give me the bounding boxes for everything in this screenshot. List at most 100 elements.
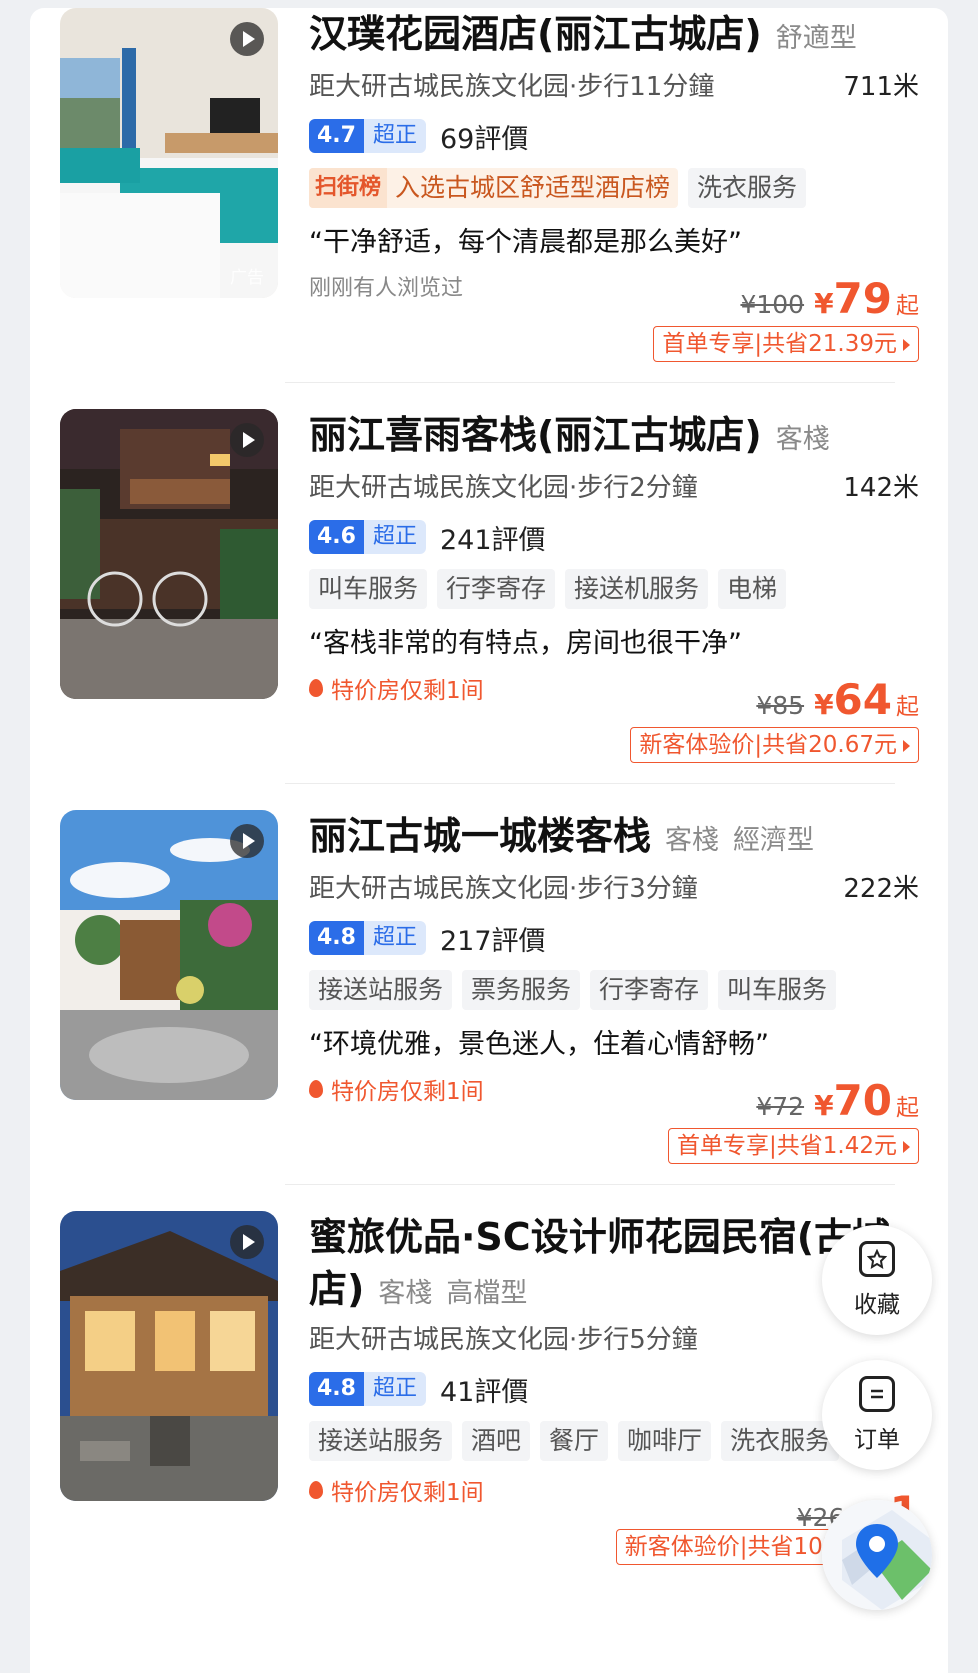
price: ¥72 ¥ 70 起 bbox=[756, 1076, 919, 1125]
hotel-name[interactable]: 丽江古城一城楼客栈 bbox=[309, 814, 651, 858]
divider bbox=[285, 783, 895, 784]
hotel-type: 舒適型 bbox=[775, 23, 857, 54]
current-price: 64 bbox=[833, 675, 892, 724]
rating-score: 4.8 bbox=[309, 1372, 364, 1406]
divider bbox=[285, 1184, 895, 1185]
review-count: 69評價 bbox=[440, 123, 529, 155]
rating[interactable]: 4.8 超正 217評價 bbox=[309, 920, 546, 957]
distance: 距大研古城民族文化园·步行5分鐘 bbox=[309, 1325, 698, 1355]
special-offer-text: 特价房仅剩1间 bbox=[331, 1079, 484, 1105]
hotel-list: 广告 汉璞花园酒店(丽江古城店) 舒適型 距大研古城民族文化园·步行11分鐘 71… bbox=[30, 8, 948, 1673]
hotel-name-row: 丽江古城一城楼客栈 客棧 經濟型 bbox=[309, 810, 919, 867]
hotel-card[interactable]: 丽江喜雨客栈(丽江古城店) 客棧 距大研古城民族文化园·步行2分鐘 142米 4.… bbox=[30, 409, 948, 784]
special-offer-note: 特价房仅剩1间 bbox=[309, 1473, 484, 1507]
review-count: 241評價 bbox=[440, 524, 546, 556]
hotel-photo[interactable] bbox=[60, 1211, 278, 1501]
hotel-card[interactable]: 蜜旅优品·SC设计师花园民宿(古城店) 客棧 高檔型 距大研古城民族文化园·步行5分… bbox=[30, 1211, 948, 1671]
rating-grade: 超正 bbox=[363, 520, 426, 554]
tag-row: 接送站服务 酒吧 餐厅 咖啡厅 洗衣服务 bbox=[309, 1421, 840, 1461]
orders-button[interactable]: 订单 bbox=[822, 1360, 932, 1470]
favorite-button[interactable]: 收藏 bbox=[822, 1225, 932, 1335]
amenity-tag: 接送站服务 bbox=[309, 1421, 453, 1461]
rating[interactable]: 4.6 超正 241評價 bbox=[309, 519, 546, 556]
play-video-icon[interactable] bbox=[230, 22, 264, 56]
price-from-label: 起 bbox=[896, 694, 919, 720]
hotel-photo[interactable]: 广告 bbox=[60, 8, 278, 298]
rating[interactable]: 4.7 超正 69評價 bbox=[309, 118, 529, 155]
meters: 222米 bbox=[843, 874, 919, 904]
play-video-icon[interactable] bbox=[230, 824, 264, 858]
hotel-name[interactable]: 丽江喜雨客栈(丽江古城店) bbox=[309, 413, 762, 457]
map-pin-icon bbox=[822, 1500, 932, 1610]
amenity-tag: 接送机服务 bbox=[565, 569, 709, 609]
distance: 距大研古城民族文化园·步行3分鐘 bbox=[309, 874, 698, 904]
review-count: 217評價 bbox=[440, 925, 546, 957]
original-price: ¥72 bbox=[756, 1092, 805, 1121]
currency-symbol: ¥ bbox=[814, 688, 834, 721]
original-price: ¥100 bbox=[740, 290, 805, 319]
meters: 142米 bbox=[843, 473, 919, 503]
hotel-photo[interactable] bbox=[60, 810, 278, 1100]
order-list-icon bbox=[859, 1376, 895, 1412]
rating[interactable]: 4.8 超正 41評價 bbox=[309, 1371, 528, 1408]
flame-icon bbox=[309, 679, 323, 697]
orders-label: 订单 bbox=[854, 1427, 900, 1453]
amenity-tag: 接送站服务 bbox=[309, 970, 453, 1010]
current-price: 70 bbox=[833, 1076, 892, 1125]
hotel-photo[interactable] bbox=[60, 409, 278, 699]
promo-badge[interactable]: 新客体验价|共省20.67元 bbox=[630, 727, 919, 763]
promo-badge[interactable]: 首单专享|共省1.42元 bbox=[668, 1128, 919, 1164]
play-video-icon[interactable] bbox=[230, 1225, 264, 1259]
amenity-tag: 餐厅 bbox=[540, 1421, 609, 1461]
divider bbox=[285, 382, 895, 383]
hotel-name[interactable]: 汉璞花园酒店(丽江古城店) bbox=[309, 12, 762, 56]
amenity-tag: 电梯 bbox=[718, 569, 787, 609]
special-offer-note: 特价房仅剩1间 bbox=[309, 671, 484, 705]
current-price: 79 bbox=[833, 274, 892, 323]
hotel-card[interactable]: 广告 汉璞花园酒店(丽江古城店) 舒適型 距大研古城民族文化园·步行11分鐘 71… bbox=[30, 8, 948, 383]
map-view-button[interactable] bbox=[822, 1500, 932, 1610]
currency-symbol: ¥ bbox=[814, 1089, 834, 1122]
review-quote: “客栈非常的有特点，房间也很干净” bbox=[309, 628, 742, 659]
rating-score: 4.6 bbox=[309, 520, 364, 554]
rating-grade: 超正 bbox=[363, 921, 426, 955]
amenity-tag: 行李寄存 bbox=[590, 970, 709, 1010]
special-offer-text: 特价房仅剩1间 bbox=[331, 678, 484, 704]
distance: 距大研古城民族文化园·步行2分鐘 bbox=[309, 473, 698, 503]
original-price: ¥85 bbox=[756, 691, 805, 720]
tag-row: 接送站服务 票务服务 行李寄存 叫车服务 bbox=[309, 970, 837, 1010]
ranking-badge[interactable]: 扫街榜 入选古城区舒适型酒店榜 bbox=[309, 168, 679, 208]
amenity-tag: 洗衣服务 bbox=[721, 1421, 840, 1461]
hotel-name-row: 汉璞花园酒店(丽江古城店) 舒適型 bbox=[309, 8, 919, 65]
hotel-grade-type: 經濟型 bbox=[733, 825, 815, 856]
ranking-logo: 扫街榜 bbox=[309, 168, 388, 208]
price: ¥85 ¥ 64 起 bbox=[756, 675, 919, 724]
currency-symbol: ¥ bbox=[814, 287, 834, 320]
star-icon bbox=[859, 1241, 895, 1277]
meters: 711米 bbox=[843, 72, 919, 102]
hotel-type: 客棧 bbox=[378, 1278, 433, 1309]
amenity-tag: 行李寄存 bbox=[437, 569, 556, 609]
rating-grade: 超正 bbox=[363, 119, 426, 153]
ad-label: 广告 bbox=[230, 268, 264, 288]
tag-row: 叫车服务 行李寄存 接送机服务 电梯 bbox=[309, 569, 787, 609]
review-quote: “干净舒适，每个清晨都是那么美好” bbox=[309, 227, 742, 258]
hotel-type: 客棧 bbox=[665, 825, 720, 856]
rating-score: 4.7 bbox=[309, 119, 364, 153]
play-video-icon[interactable] bbox=[230, 423, 264, 457]
price: ¥100 ¥ 79 起 bbox=[740, 274, 919, 323]
special-offer-text: 特价房仅剩1间 bbox=[331, 1480, 484, 1506]
rating-grade: 超正 bbox=[363, 1372, 426, 1406]
hotel-name-row: 丽江喜雨客栈(丽江古城店) 客棧 bbox=[309, 409, 919, 466]
review-quote: “环境优雅，景色迷人，住着心情舒畅” bbox=[309, 1029, 769, 1060]
amenity-tag: 洗衣服务 bbox=[688, 168, 807, 208]
hotel-type: 客棧 bbox=[775, 424, 830, 455]
promo-badge[interactable]: 首单专享|共省21.39元 bbox=[653, 326, 919, 362]
hotel-card[interactable]: 丽江古城一城楼客栈 客棧 經濟型 距大研古城民族文化园·步行3分鐘 222米 4.8… bbox=[30, 810, 948, 1185]
favorite-label: 收藏 bbox=[854, 1292, 900, 1318]
flame-icon bbox=[309, 1080, 323, 1098]
amenity-tag: 叫车服务 bbox=[718, 970, 837, 1010]
amenity-tag: 咖啡厅 bbox=[618, 1421, 712, 1461]
price-from-label: 起 bbox=[896, 1095, 919, 1121]
amenity-tag: 叫车服务 bbox=[309, 569, 428, 609]
